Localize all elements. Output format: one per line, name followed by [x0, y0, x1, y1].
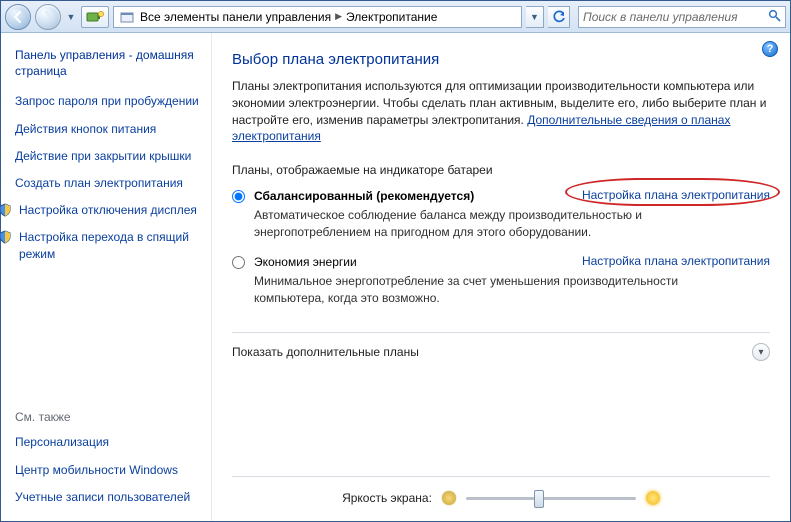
show-more-plans[interactable]: Показать дополнительные планы ▾	[232, 332, 770, 371]
brightness-label: Яркость экрана:	[342, 491, 432, 505]
client-area: Панель управления - домашняя страница За…	[1, 33, 790, 521]
chevron-down-icon: ▾	[752, 343, 770, 361]
search-placeholder: Поиск в панели управления	[583, 10, 738, 24]
page-title: Выбор плана электропитания	[232, 51, 770, 68]
sun-bright-icon	[646, 491, 660, 505]
power-category-icon	[86, 10, 104, 24]
brightness-slider[interactable]	[466, 489, 636, 507]
main-panel: ? Выбор плана электропитания Планы элект…	[211, 33, 790, 521]
search-icon	[768, 9, 781, 25]
plan-balanced: Сбалансированный (рекомендуется) Настрой…	[232, 185, 770, 251]
see-also-header: См. также	[15, 410, 203, 424]
show-more-plans-label: Показать дополнительные планы	[232, 345, 419, 359]
battery-plans-label: Планы, отображаемые на индикаторе батаре…	[232, 163, 770, 177]
titlebar: ▼ Все элементы панели управления ▶ Элект…	[1, 1, 790, 33]
see-also-mobility[interactable]: Центр мобильности Windows	[15, 462, 203, 478]
sidebar-link-power-buttons[interactable]: Действия кнопок питания	[15, 121, 203, 137]
breadcrumb-root[interactable]: Все элементы панели управления	[140, 10, 331, 24]
help-icon[interactable]: ?	[762, 41, 778, 57]
sidebar-link-password[interactable]: Запрос пароля при пробуждении	[15, 93, 203, 109]
breadcrumb-root-icon	[118, 9, 136, 25]
brightness-footer: Яркость экрана:	[232, 476, 770, 521]
slider-thumb[interactable]	[534, 490, 544, 508]
breadcrumb-separator-icon: ▶	[335, 11, 342, 22]
search-input[interactable]: Поиск в панели управления	[578, 6, 786, 28]
nav-forward-button[interactable]	[35, 4, 61, 30]
plan-balanced-configure-link[interactable]: Настройка плана электропитания	[582, 188, 770, 202]
sidebar-link-display-off[interactable]: Настройка отключения дисплея	[19, 202, 197, 218]
breadcrumb-dropdown[interactable]: ▼	[526, 6, 544, 28]
slider-track	[466, 497, 636, 500]
see-also-personalization[interactable]: Персонализация	[15, 434, 203, 450]
plan-eco-desc: Минимальное энергопотребление за счет ум…	[254, 273, 724, 307]
plan-eco-title: Экономия энергии	[254, 255, 357, 269]
breadcrumb-bar[interactable]: Все элементы панели управления ▶ Электро…	[113, 6, 522, 28]
plan-balanced-title: Сбалансированный (рекомендуется)	[254, 189, 474, 203]
sidebar-link-lid-action[interactable]: Действие при закрытии крышки	[15, 148, 203, 164]
intro-paragraph: Планы электропитания используются для оп…	[232, 78, 770, 145]
sun-dim-icon	[442, 491, 456, 505]
plan-eco: Экономия энергии Настройка плана электро…	[232, 251, 770, 317]
sidebar-home-link[interactable]: Панель управления - домашняя страница	[15, 47, 203, 79]
plan-balanced-desc: Автоматическое соблюдение баланса между …	[254, 207, 724, 241]
shield-icon	[0, 202, 13, 218]
see-also-users[interactable]: Учетные записи пользователей	[15, 489, 203, 505]
sidebar-link-create-plan[interactable]: Создать план электропитания	[15, 175, 203, 191]
shield-icon	[0, 229, 13, 245]
plan-balanced-radio[interactable]	[232, 190, 245, 203]
plan-eco-configure-link[interactable]: Настройка плана электропитания	[582, 254, 770, 268]
sidebar-link-sleep[interactable]: Настройка перехода в спящий режим	[19, 229, 203, 261]
plan-eco-radio[interactable]	[232, 256, 245, 269]
nav-history-dropdown[interactable]: ▼	[65, 7, 77, 27]
breadcrumb-current[interactable]: Электропитание	[346, 10, 437, 24]
category-icon-button[interactable]	[81, 6, 109, 28]
nav-back-button[interactable]	[5, 4, 31, 30]
sidebar: Панель управления - домашняя страница За…	[1, 33, 211, 521]
refresh-button[interactable]	[548, 6, 570, 28]
